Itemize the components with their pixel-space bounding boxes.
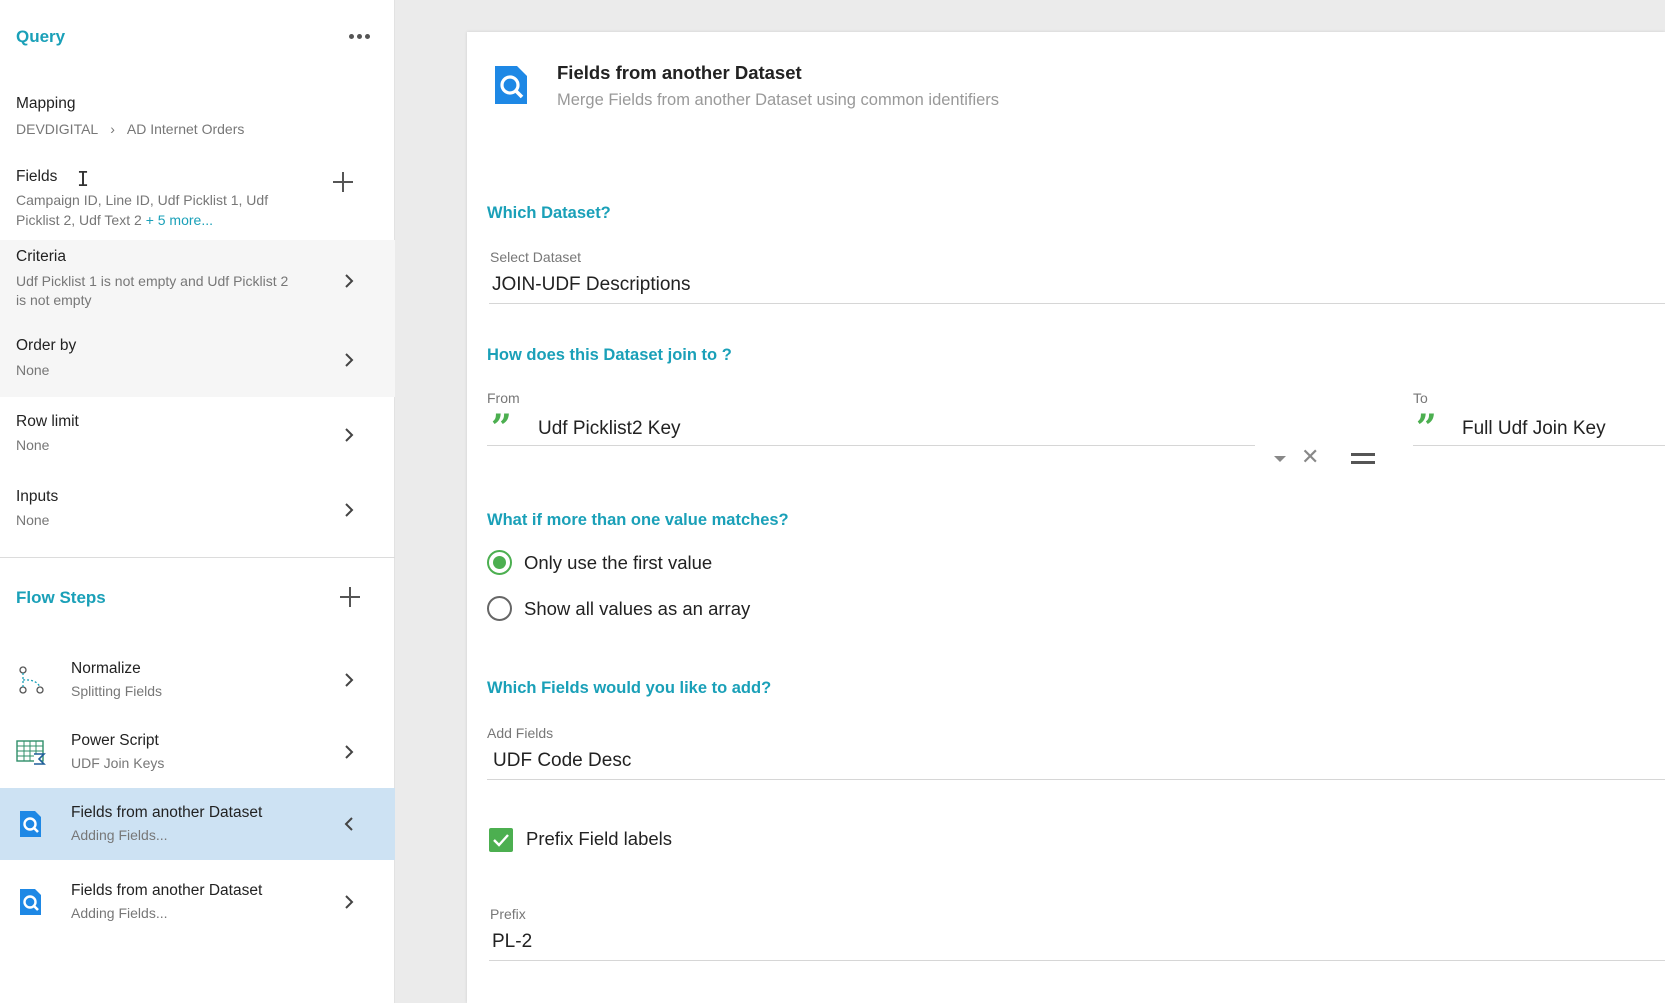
add-fields-heading: Which Fields would you like to add? xyxy=(487,679,772,697)
step-subtitle: Adding Fields... xyxy=(71,905,168,921)
mapping-target: AD Internet Orders xyxy=(126,121,245,137)
row-limit-section[interactable]: Row limit None xyxy=(0,397,395,472)
flow-step-fields-from-dataset-active[interactable]: Fields from another Dataset Adding Field… xyxy=(0,788,395,860)
radio-first-value[interactable] xyxy=(487,550,512,575)
step-title: Normalize xyxy=(71,660,141,677)
text-field-quote-icon: ” xyxy=(1416,407,1437,449)
radio-all-values-array-label[interactable]: Show all values as an array xyxy=(524,598,750,620)
chevron-right-icon[interactable] xyxy=(340,501,358,519)
mapping-source: DEVDIGITAL xyxy=(16,121,99,137)
step-title: Fields from another Dataset xyxy=(71,804,263,821)
dropdown-arrow-icon[interactable] xyxy=(1274,456,1286,462)
prefix-input[interactable]: PL-2 xyxy=(492,931,532,953)
from-field-select[interactable]: Udf Picklist2 Key xyxy=(538,418,681,440)
prefix-field-labels-checkbox[interactable] xyxy=(489,828,513,852)
more-fields-link[interactable]: + 5 more... xyxy=(146,212,213,228)
text-cursor-icon: I xyxy=(77,167,90,191)
add-flow-step-icon[interactable] xyxy=(338,585,362,609)
criteria-section[interactable]: Criteria Udf Picklist 1 is not empty and… xyxy=(0,240,395,320)
chevron-right-icon: › xyxy=(110,121,115,137)
row-limit-value: None xyxy=(16,437,50,453)
chevron-right-icon[interactable] xyxy=(340,743,358,761)
mapping-breadcrumb: DEVDIGITAL › AD Internet Orders xyxy=(16,119,244,139)
add-field-icon[interactable] xyxy=(331,170,355,194)
to-underline xyxy=(1413,445,1665,446)
criteria-summary-line1: Udf Picklist 1 is not empty and Udf Pick… xyxy=(16,273,289,289)
step-subtitle: Splitting Fields xyxy=(71,683,163,699)
criteria-summary-line2: is not empty xyxy=(16,292,92,308)
multiple-matches-heading: What if more than one value matches? xyxy=(487,511,789,529)
inputs-value: None xyxy=(16,512,50,528)
chevron-right-icon[interactable] xyxy=(340,272,358,290)
flow-step-normalize[interactable]: Normalize Splitting Fields xyxy=(0,644,395,716)
mapping-section[interactable]: Mapping DEVDIGITAL › AD Internet Orders xyxy=(0,88,395,148)
prefix-underline xyxy=(489,960,1665,961)
fields-summary-line2: Picklist 2, Udf Text 2 + 5 more... xyxy=(16,210,213,230)
normalize-icon xyxy=(16,665,46,695)
which-dataset-heading: Which Dataset? xyxy=(487,204,611,222)
chevron-right-icon[interactable] xyxy=(340,893,358,911)
fields-summary-line1: Campaign ID, Line ID, Udf Picklist 1, Ud… xyxy=(16,192,269,208)
panel-title: Fields from another Dataset xyxy=(557,62,802,83)
fields-label: Fields xyxy=(16,168,58,185)
row-limit-label: Row limit xyxy=(16,413,79,430)
radio-first-value-label[interactable]: Only use the first value xyxy=(524,552,712,574)
select-dataset-label: Select Dataset xyxy=(490,249,582,265)
mapping-label: Mapping xyxy=(16,95,76,112)
add-fields-underline xyxy=(487,779,1665,780)
radio-all-values-array[interactable] xyxy=(487,596,512,621)
order-by-value: None xyxy=(16,362,50,378)
order-by-label: Order by xyxy=(16,337,77,354)
panel-subtitle: Merge Fields from another Dataset using … xyxy=(557,91,1000,109)
flow-steps-title: Flow Steps xyxy=(16,588,106,607)
flow-step-fields-from-dataset[interactable]: Fields from another Dataset Adding Field… xyxy=(0,866,395,938)
fields-section[interactable]: Fields Campaign ID, Line ID, Udf Picklis… xyxy=(0,160,395,240)
text-field-quote-icon: ” xyxy=(491,407,512,449)
select-dataset-field[interactable]: JOIN-UDF Descriptions xyxy=(492,274,690,296)
chevron-right-icon[interactable] xyxy=(340,351,358,369)
step-subtitle: UDF Join Keys xyxy=(71,755,165,771)
step-title: Fields from another Dataset xyxy=(71,882,263,899)
chevron-right-icon[interactable] xyxy=(340,671,358,689)
to-field-select[interactable]: Full Udf Join Key xyxy=(1462,418,1606,440)
join-heading: How does this Dataset join to ? xyxy=(487,346,732,364)
inputs-label: Inputs xyxy=(16,488,59,505)
section-divider xyxy=(0,557,395,558)
flow-step-power-script[interactable]: Power Script UDF Join Keys xyxy=(0,716,395,788)
query-title: Query xyxy=(16,27,66,46)
dataset-search-icon xyxy=(493,64,529,106)
power-script-icon xyxy=(16,737,46,767)
fields-summary-text: Picklist 2, Udf Text 2 xyxy=(16,212,146,228)
from-underline xyxy=(487,445,1255,446)
order-by-section[interactable]: Order by None xyxy=(0,320,395,397)
to-label: To xyxy=(1413,390,1428,406)
step-config-panel: Fields from another Dataset Merge Fields… xyxy=(467,32,1665,1003)
select-dataset-underline xyxy=(489,303,1665,304)
dataset-search-icon xyxy=(16,809,46,839)
from-label: From xyxy=(487,390,520,406)
add-fields-label: Add Fields xyxy=(487,725,554,741)
step-subtitle: Adding Fields... xyxy=(71,827,168,843)
prefix-field-labels-label[interactable]: Prefix Field labels xyxy=(526,828,672,850)
add-fields-input[interactable]: UDF Code Desc xyxy=(493,750,631,772)
equals-icon xyxy=(1351,453,1375,465)
dataset-search-icon xyxy=(16,887,46,917)
inputs-section[interactable]: Inputs None xyxy=(0,472,395,547)
criteria-label: Criteria xyxy=(16,248,66,265)
step-title: Power Script xyxy=(71,732,159,749)
query-sidebar: Query Mapping DEVDIGITAL › AD Internet Ord… xyxy=(0,0,395,1003)
chevron-right-icon[interactable] xyxy=(340,426,358,444)
prefix-label: Prefix xyxy=(490,906,526,922)
chevron-left-icon[interactable] xyxy=(340,815,358,833)
more-options-icon[interactable] xyxy=(346,24,372,48)
clear-icon[interactable]: ✕ xyxy=(1301,444,1319,470)
